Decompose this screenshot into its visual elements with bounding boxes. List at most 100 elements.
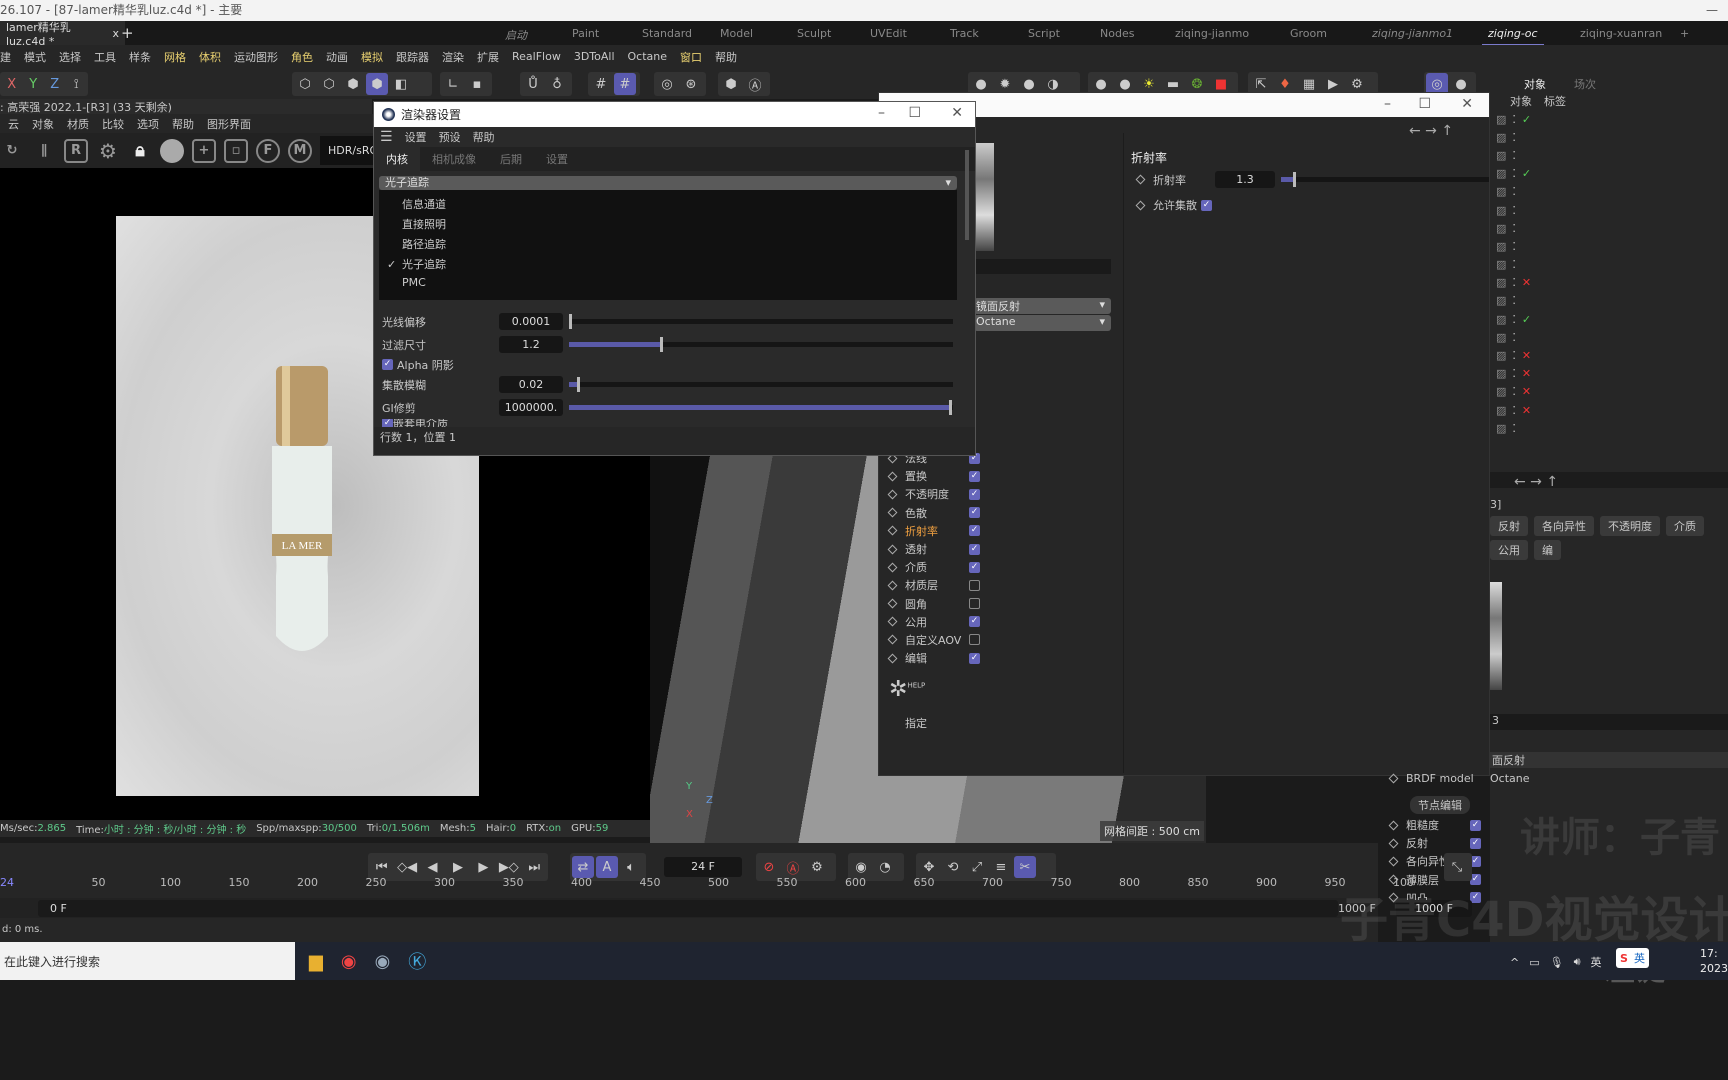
keyframe-icon[interactable] [887,544,898,554]
channel-row[interactable]: 圆角 [887,595,980,613]
axis-icon[interactable]: ∟ [442,73,464,95]
volume-icon[interactable]: 🔊︎ [1574,955,1581,969]
x-axis-button[interactable]: X [2,73,22,95]
channel-checkbox[interactable] [969,634,980,646]
menu-item[interactable]: 角色 [291,49,313,65]
tab-objects[interactable]: 对象 [1510,93,1532,109]
node-editor-button[interactable]: 节点编辑 [1410,796,1470,814]
grid-snap-icon[interactable]: # [590,73,612,95]
tab-1[interactable]: Paint [572,27,599,40]
reflection-dropdown[interactable]: 面反射 [1490,752,1728,768]
chrome-icon[interactable]: ◉ [341,951,357,972]
weight-icon[interactable]: ♁ [546,73,568,95]
live-viewer-menu-item[interactable]: 选项 [137,116,159,132]
tab-12[interactable]: ziqing-oc [1482,27,1544,46]
record-key-icon[interactable]: ⊘ [758,856,780,878]
tab-2[interactable]: Standard [642,27,692,40]
mouse-icon[interactable]: ◉ [850,856,872,878]
keyframe-icon[interactable] [887,598,898,609]
refresh-icon[interactable]: ↻ [0,139,24,163]
object-row[interactable]: ▨ ⁚ [1490,201,1728,219]
tab-takes[interactable]: 场次 [1574,76,1596,92]
render-view-icon[interactable]: ⊛ [680,73,702,95]
add-tab-button[interactable]: + [121,24,134,42]
kernel-option[interactable]: 信息通道 [379,196,957,216]
render-region-icon[interactable]: ◎ [656,73,678,95]
object-row[interactable]: ▨ ⁚ ✕ [1490,274,1728,292]
object-row[interactable]: ▨ ⁚ ✓ [1490,165,1728,183]
menu-item[interactable]: 体积 [199,49,221,65]
keyframe-icon[interactable] [887,653,898,664]
coordinate-system-icon[interactable]: ⟟ [67,73,87,95]
channel-checkbox[interactable]: ✓ [969,470,980,482]
tray-expand-icon[interactable]: ^ [1510,956,1519,969]
loop-icon[interactable]: ⇄ [572,856,594,878]
view-settings-icon[interactable]: ⬢ [720,73,742,95]
menu-item[interactable]: 运动图形 [234,49,278,65]
ior-input[interactable]: 1.3 [1215,171,1275,188]
channel-row[interactable]: 折射率 ✓ [887,522,980,540]
channel-checkbox[interactable] [969,579,980,591]
keyframe-icon[interactable] [1135,174,1146,185]
magnet-icon[interactable]: Ů [522,73,544,95]
help-octane-icon[interactable]: ✲HELP [889,677,925,702]
add-region-icon[interactable]: + [192,138,216,163]
taskbar-search[interactable]: 在此键入进行搜索 [0,942,295,980]
tab-6[interactable]: Track [950,27,979,40]
minimize-button[interactable]: — [1706,0,1718,21]
kernel-option[interactable]: 路径追踪 [379,236,957,256]
keyframe-icon[interactable] [1388,820,1399,831]
kernel-dropdown[interactable]: 光子追踪 ▾ [379,176,957,190]
tab-1[interactable]: 相机成像 [420,147,488,171]
menu-item[interactable]: 网格 [164,49,186,65]
live-viewer-menu-item[interactable]: 比较 [102,116,124,132]
tab-10[interactable]: Groom [1290,27,1327,40]
menu-item[interactable]: 工具 [94,49,116,65]
prev-frame-icon[interactable]: ◀ [422,856,444,878]
lang-indicator[interactable]: 英 [1591,954,1602,970]
channel-row[interactable]: 置换 ✓ [887,467,980,485]
channel-checkbox[interactable]: ✓ [969,652,980,664]
menu-item[interactable]: RealFlow [512,50,561,63]
document-tab[interactable]: lamer精华乳luz.c4d * x [0,21,125,48]
channel-row[interactable]: 自定义AOV [887,631,980,649]
brdf-value[interactable]: Octane [1490,772,1530,785]
tab-14[interactable]: + [1680,27,1689,40]
play-icon[interactable]: ▶ [447,856,469,878]
next-frame-icon[interactable]: ▶ [472,856,494,878]
live-viewer-menu-item[interactable]: 图形界面 [207,116,251,132]
object-row[interactable]: ▨ ⁚ ✕ [1490,365,1728,383]
key-settings-icon[interactable]: ⚙ [806,856,828,878]
name-field[interactable] [974,259,1111,274]
kernel-option[interactable]: PMC [379,276,957,296]
object-row[interactable]: ▨ ⁚ [1490,419,1728,437]
dialog-menu-item[interactable]: 预设 [439,129,461,145]
current-frame-field[interactable]: 24 F [664,857,742,877]
y-axis-button[interactable]: Y [24,73,44,95]
app-k-icon[interactable]: Ⓚ [408,948,426,974]
live-viewer-menu-item[interactable]: 对象 [32,116,54,132]
auto-icon[interactable]: Ⓐ [744,73,766,95]
channel-checkbox[interactable]: ✓ [969,616,980,628]
allow-caustics-checkbox[interactable]: ✓ [1201,199,1212,211]
close-button[interactable]: ✕ [1461,96,1473,112]
channel-checkbox[interactable]: ✓ [969,525,980,537]
tab-objects[interactable]: 对象 [1524,76,1546,92]
channel-row[interactable]: 公用 ✓ [887,613,980,631]
go-to-start-icon[interactable]: ⏮ [371,856,393,878]
tab-0[interactable]: 启动 [505,27,527,43]
tab-4[interactable]: Sculpt [797,27,831,40]
live-viewer-menu-item[interactable]: 帮助 [172,116,194,132]
material-pick-icon[interactable]: M [288,138,312,163]
channel-checkbox[interactable]: ✓ [1470,819,1481,831]
tab-0[interactable]: 内核 [374,147,420,171]
keyframe-icon[interactable] [887,471,898,482]
param-input[interactable]: 0.02 [499,376,563,393]
kernel-option[interactable]: 直接照明 [379,216,957,236]
channel-checkbox[interactable] [969,598,980,610]
object-row[interactable]: ▨ ⁚ [1490,237,1728,255]
expand-icon[interactable]: ⤡ [1446,856,1468,878]
menu-item[interactable]: 样条 [129,49,151,65]
clock[interactable]: 17: 2023 [1700,946,1728,976]
channel-chip[interactable]: 各向异性 [1534,516,1594,536]
